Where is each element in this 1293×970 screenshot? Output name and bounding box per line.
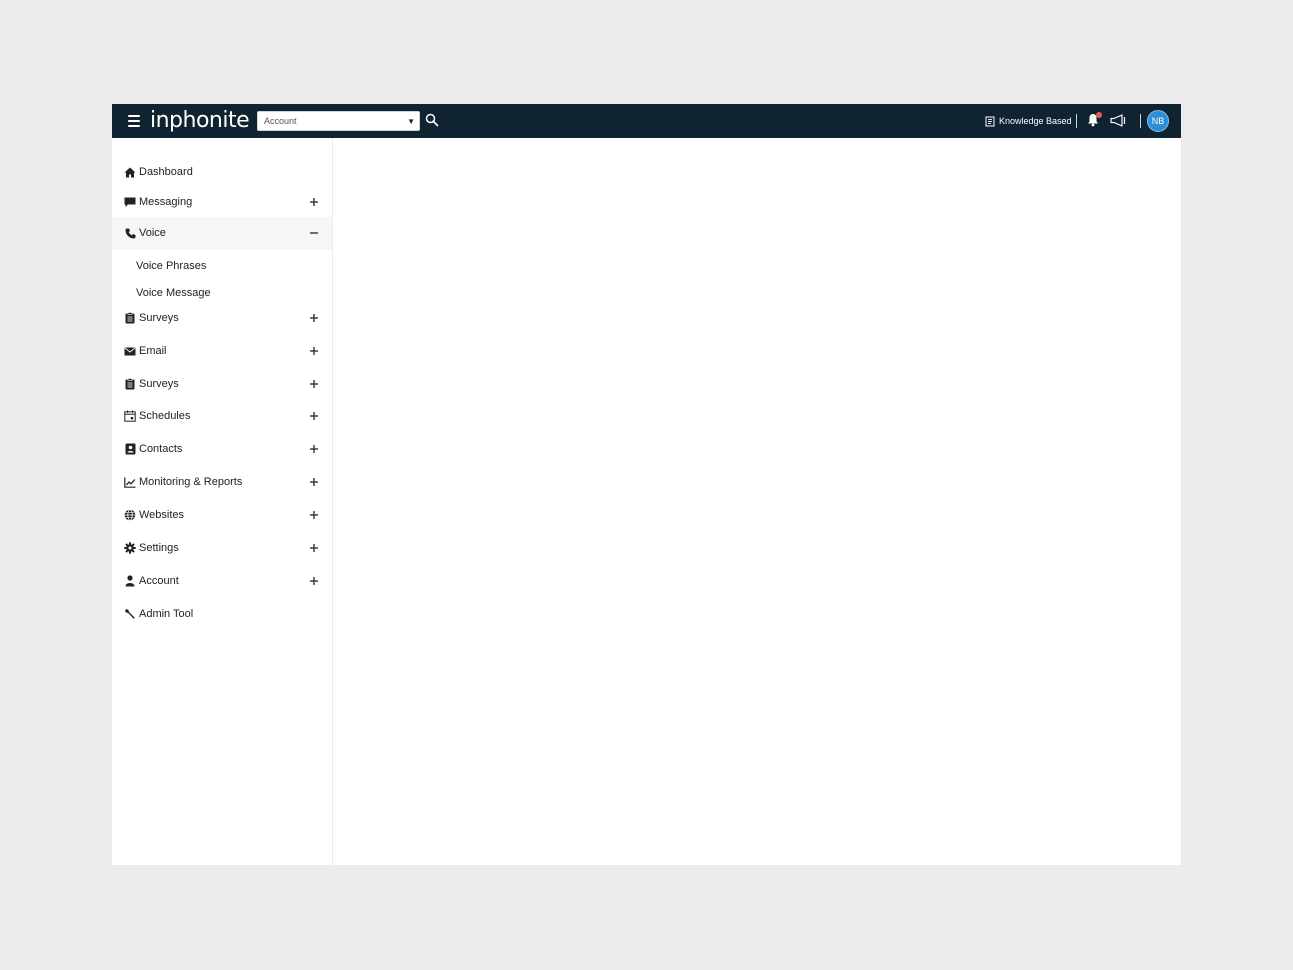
account-select-value: Account xyxy=(264,116,297,126)
divider xyxy=(1076,114,1077,128)
sidebar-item-label: Contacts xyxy=(139,443,183,455)
sidebar-subitem-voice-phrases[interactable]: Voice Phrases xyxy=(136,256,206,276)
phone-icon xyxy=(124,227,136,239)
sidebar-item-dashboard[interactable]: Dashboard xyxy=(112,157,332,189)
sidebar-item-settings[interactable]: Settings xyxy=(112,533,332,565)
sidebar-item-schedules[interactable]: Schedules xyxy=(112,401,332,433)
calendar-icon xyxy=(124,410,136,422)
sidebar-item-label: Settings xyxy=(139,542,179,554)
app-window: inphonite Account ▼ Knowledge Based NB D… xyxy=(112,104,1181,865)
megaphone-icon[interactable] xyxy=(1109,114,1129,128)
home-icon xyxy=(124,166,136,178)
sidebar-item-label: Account xyxy=(139,575,179,587)
contact-card-icon xyxy=(124,443,136,455)
sidebar-item-admin-tool[interactable]: Admin Tool xyxy=(112,599,332,631)
plus-icon[interactable] xyxy=(308,542,320,554)
minus-icon[interactable] xyxy=(308,227,320,239)
sidebar-subitem-voice-message[interactable]: Voice Message xyxy=(136,283,211,303)
sidebar-item-monitoring-reports[interactable]: Monitoring & Reports xyxy=(112,467,332,499)
chat-icon xyxy=(124,196,136,208)
sidebar-item-label: Voice xyxy=(139,227,166,239)
clipboard-icon xyxy=(124,378,136,390)
sidebar-item-account[interactable]: Account xyxy=(112,566,332,598)
plus-icon[interactable] xyxy=(308,378,320,390)
knowledge-base-link[interactable]: Knowledge Based xyxy=(985,114,1072,128)
book-icon xyxy=(985,116,995,126)
sidebar-item-label: Surveys xyxy=(139,378,179,390)
plus-icon[interactable] xyxy=(308,509,320,521)
sidebar-item-label: Messaging xyxy=(139,196,193,208)
envelope-icon xyxy=(124,345,136,357)
account-select[interactable]: Account ▼ xyxy=(257,111,420,131)
menu-icon[interactable] xyxy=(128,115,140,127)
sidebar-item-websites[interactable]: Websites xyxy=(112,500,332,532)
main-content xyxy=(333,138,1181,865)
sidebar-item-label: Monitoring & Reports xyxy=(139,476,243,488)
user-icon xyxy=(124,575,136,587)
globe-icon xyxy=(124,509,136,521)
clipboard-icon xyxy=(124,312,136,324)
plus-icon[interactable] xyxy=(308,575,320,587)
sidebar-item-messaging[interactable]: Messaging xyxy=(112,187,332,219)
avatar-initials: NB xyxy=(1151,116,1165,126)
caret-down-icon: ▼ xyxy=(407,117,415,126)
gear-icon xyxy=(124,542,136,554)
sidebar-item-surveys[interactable]: Surveys xyxy=(112,303,332,335)
brand-logo[interactable]: inphonite xyxy=(150,107,250,135)
sidebar-item-surveys-2[interactable]: Surveys xyxy=(112,369,332,401)
wrench-icon xyxy=(124,608,136,620)
plus-icon[interactable] xyxy=(308,443,320,455)
plus-icon[interactable] xyxy=(308,196,320,208)
plus-icon[interactable] xyxy=(308,312,320,324)
sidebar-item-voice[interactable]: Voice xyxy=(112,217,332,250)
plus-icon[interactable] xyxy=(308,410,320,422)
avatar[interactable]: NB xyxy=(1147,110,1169,132)
sidebar-item-label: Email xyxy=(139,345,167,357)
window-frame: inphonite Account ▼ Knowledge Based NB D… xyxy=(0,0,1293,970)
sidebar-item-email[interactable]: Email xyxy=(112,336,332,368)
search-icon[interactable] xyxy=(425,113,441,129)
sidebar-item-label: Surveys xyxy=(139,312,179,324)
line-chart-icon xyxy=(124,476,136,488)
top-bar: inphonite Account ▼ Knowledge Based NB xyxy=(112,104,1181,138)
knowledge-base-label: Knowledge Based xyxy=(999,116,1072,126)
sidebar-item-contacts[interactable]: Contacts xyxy=(112,434,332,466)
sidebar: Dashboard Messaging Voice Voice Phrases … xyxy=(112,138,333,865)
plus-icon[interactable] xyxy=(308,476,320,488)
notification-badge xyxy=(1096,112,1102,118)
sidebar-item-label: Admin Tool xyxy=(139,608,194,620)
sidebar-item-label: Websites xyxy=(139,509,185,521)
sidebar-item-label: Schedules xyxy=(139,410,191,422)
plus-icon[interactable] xyxy=(308,345,320,357)
bell-icon[interactable] xyxy=(1087,112,1102,129)
divider xyxy=(1140,114,1141,128)
sidebar-item-label: Dashboard xyxy=(139,166,193,178)
